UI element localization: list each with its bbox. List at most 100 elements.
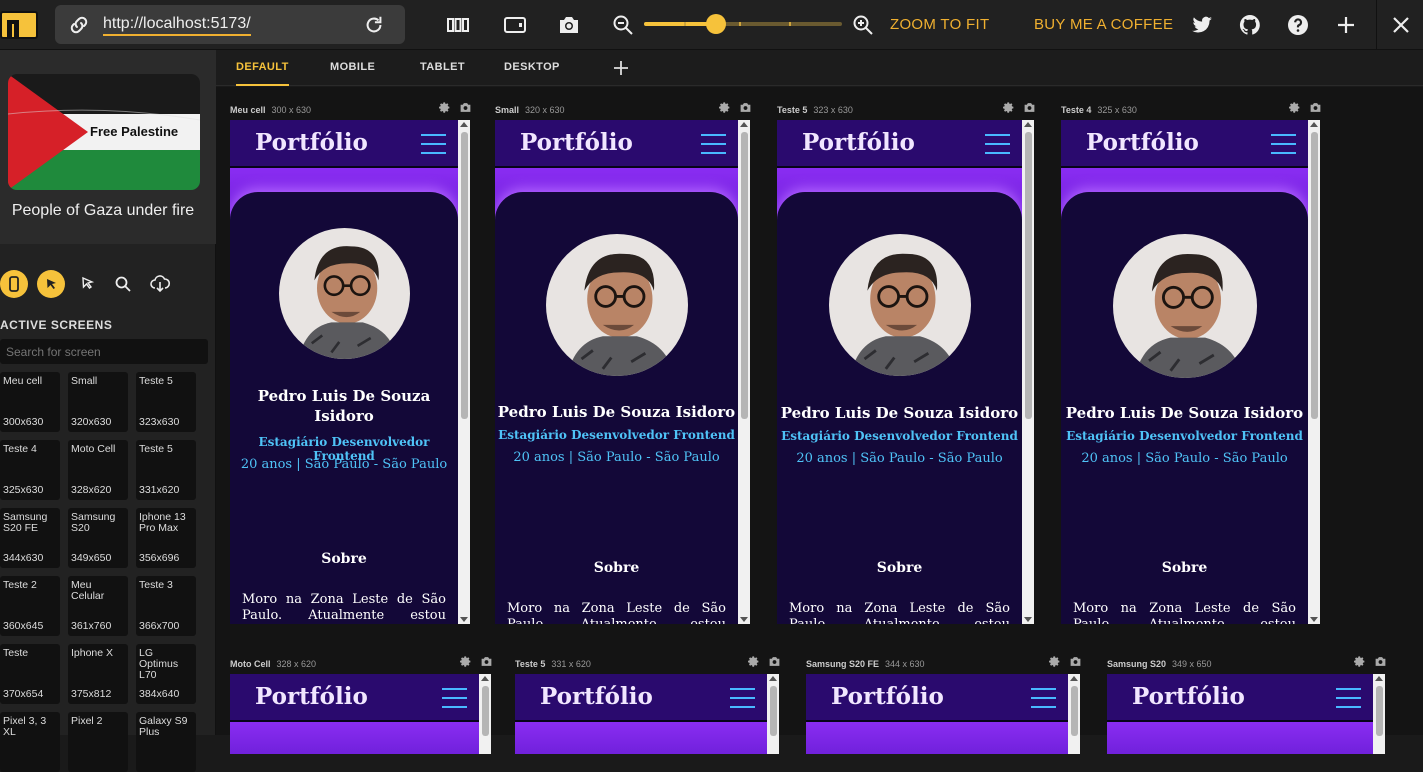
hamburger-menu-icon[interactable] <box>701 134 726 154</box>
screen-item[interactable]: Meu cell 300x630 <box>0 372 60 432</box>
zoom-to-fit-button[interactable]: ZOOM TO FIT <box>890 16 989 33</box>
screen-item[interactable]: Samsung S20 FE 344x630 <box>0 508 60 568</box>
screenshot-icon[interactable] <box>768 655 781 668</box>
screen-item[interactable]: Pixel 3, 3 XL <box>0 712 60 772</box>
scroll-up-arrow[interactable] <box>460 122 468 127</box>
preview-scrollbar[interactable] <box>1068 674 1080 754</box>
columns-icon[interactable] <box>446 13 470 37</box>
zoom-out-icon[interactable] <box>611 13 635 37</box>
screenshot-icon[interactable] <box>1023 101 1036 114</box>
portfolio-page-frame[interactable]: Portfólio Pedro Luis De Souza Isidoro Esta… <box>1061 120 1308 624</box>
preview-scrollbar[interactable] <box>1373 674 1385 754</box>
scroll-thumb[interactable] <box>1311 132 1318 419</box>
scroll-thumb[interactable] <box>1071 686 1078 736</box>
preview-scrollbar[interactable] <box>458 120 470 624</box>
hamburger-menu-icon[interactable] <box>1271 134 1296 154</box>
scroll-up-arrow[interactable] <box>769 676 777 681</box>
scroll-thumb[interactable] <box>482 686 489 736</box>
search-icon[interactable] <box>109 270 137 298</box>
screen-item[interactable]: Galaxy S9 Plus <box>136 712 196 772</box>
hamburger-menu-icon[interactable] <box>985 134 1010 154</box>
tab-desktop[interactable]: DESKTOP <box>504 50 560 86</box>
screenshot-icon[interactable] <box>480 655 493 668</box>
preview-scrollbar[interactable] <box>1308 120 1320 624</box>
app-logo-icon[interactable] <box>0 11 40 39</box>
portfolio-page-frame[interactable]: Portfólio Pedro Luis De Souza Isidoro Esta… <box>230 120 458 624</box>
hamburger-menu-icon[interactable] <box>1336 688 1361 708</box>
settings-icon[interactable] <box>747 655 760 668</box>
screen-item[interactable]: Small 320x630 <box>68 372 128 432</box>
scroll-up-arrow[interactable] <box>481 676 489 681</box>
scroll-down-arrow[interactable] <box>460 617 468 622</box>
screen-item[interactable]: Teste 3 366x700 <box>136 576 196 636</box>
scroll-thumb[interactable] <box>461 132 468 419</box>
preview-scrollbar[interactable] <box>767 674 779 754</box>
tab-mobile[interactable]: MOBILE <box>330 50 375 86</box>
rotate-device-icon[interactable] <box>503 13 527 37</box>
zoom-in-icon[interactable] <box>851 13 875 37</box>
hamburger-menu-icon[interactable] <box>1031 688 1056 708</box>
add-tab-icon[interactable] <box>612 59 630 77</box>
settings-icon[interactable] <box>438 101 451 114</box>
settings-icon[interactable] <box>718 101 731 114</box>
screen-item[interactable]: LG Optimus L70 384x640 <box>136 644 196 704</box>
screen-item[interactable]: Teste 4 325x630 <box>0 440 60 500</box>
zoom-slider[interactable] <box>644 14 842 34</box>
settings-icon[interactable] <box>1353 655 1366 668</box>
palestine-banner[interactable]: Free Palestine People of Gaza under fire <box>0 50 216 244</box>
reload-icon[interactable] <box>363 14 385 36</box>
tab-default[interactable]: DEFAULT <box>236 50 289 86</box>
scroll-up-arrow[interactable] <box>1070 676 1078 681</box>
portfolio-page-frame[interactable]: Portfólio <box>806 674 1068 754</box>
hamburger-menu-icon[interactable] <box>442 688 467 708</box>
hamburger-menu-icon[interactable] <box>421 134 446 154</box>
screen-item[interactable]: Meu Celular 361x760 <box>68 576 128 636</box>
buy-coffee-link[interactable]: BUY ME A COFFEE <box>1034 16 1173 33</box>
screenshot-icon[interactable] <box>739 101 752 114</box>
screenshot-icon[interactable] <box>1374 655 1387 668</box>
add-icon[interactable] <box>1334 13 1358 37</box>
portfolio-page-frame[interactable]: Portfólio <box>1107 674 1373 754</box>
screen-item[interactable]: Iphone 13 Pro Max 356x696 <box>136 508 196 568</box>
settings-icon[interactable] <box>1288 101 1301 114</box>
zoom-slider-knob[interactable] <box>706 14 726 34</box>
portfolio-page-frame[interactable]: Portfólio <box>230 674 479 754</box>
scroll-up-arrow[interactable] <box>1375 676 1383 681</box>
scroll-down-arrow[interactable] <box>740 617 748 622</box>
scroll-thumb[interactable] <box>1376 686 1383 736</box>
screenshot-icon[interactable] <box>1309 101 1322 114</box>
screen-item[interactable]: Teste 370x654 <box>0 644 60 704</box>
portfolio-page-frame[interactable]: Portfólio <box>515 674 767 754</box>
tab-tablet[interactable]: TABLET <box>420 50 465 86</box>
twitter-icon[interactable] <box>1190 13 1214 37</box>
cloud-download-icon[interactable] <box>146 270 174 298</box>
search-screen-input[interactable] <box>0 339 208 364</box>
screen-item[interactable]: Iphone X 375x812 <box>68 644 128 704</box>
preview-scrollbar[interactable] <box>738 120 750 624</box>
scroll-thumb[interactable] <box>770 686 777 736</box>
scroll-thumb[interactable] <box>741 132 748 419</box>
screen-item[interactable]: Teste 5 323x630 <box>136 372 196 432</box>
url-input[interactable]: http://localhost:5173/ <box>103 15 251 36</box>
scroll-down-arrow[interactable] <box>1024 617 1032 622</box>
preview-scrollbar[interactable] <box>479 674 491 754</box>
settings-icon[interactable] <box>459 655 472 668</box>
portfolio-page-frame[interactable]: Portfólio Pedro Luis De Souza Isidoro Esta… <box>777 120 1022 624</box>
portfolio-page-frame[interactable]: Portfólio Pedro Luis De Souza Isidoro Esta… <box>495 120 738 624</box>
address-bar[interactable]: http://localhost:5173/ <box>55 5 405 44</box>
screen-item[interactable]: Pixel 2 <box>68 712 128 772</box>
hamburger-menu-icon[interactable] <box>730 688 755 708</box>
screenshot-icon[interactable] <box>1069 655 1082 668</box>
settings-icon[interactable] <box>1048 655 1061 668</box>
scroll-thumb[interactable] <box>1025 132 1032 419</box>
screen-item[interactable]: Moto Cell 328x620 <box>68 440 128 500</box>
scroll-up-arrow[interactable] <box>740 122 748 127</box>
scroll-up-arrow[interactable] <box>1024 122 1032 127</box>
github-icon[interactable] <box>1238 13 1262 37</box>
inspect-icon[interactable] <box>74 270 102 298</box>
screen-item[interactable]: Teste 5 331x620 <box>136 440 196 500</box>
settings-icon[interactable] <box>1002 101 1015 114</box>
scroll-down-arrow[interactable] <box>1310 617 1318 622</box>
click-sync-button[interactable] <box>37 270 65 298</box>
close-button[interactable] <box>1376 0 1423 50</box>
